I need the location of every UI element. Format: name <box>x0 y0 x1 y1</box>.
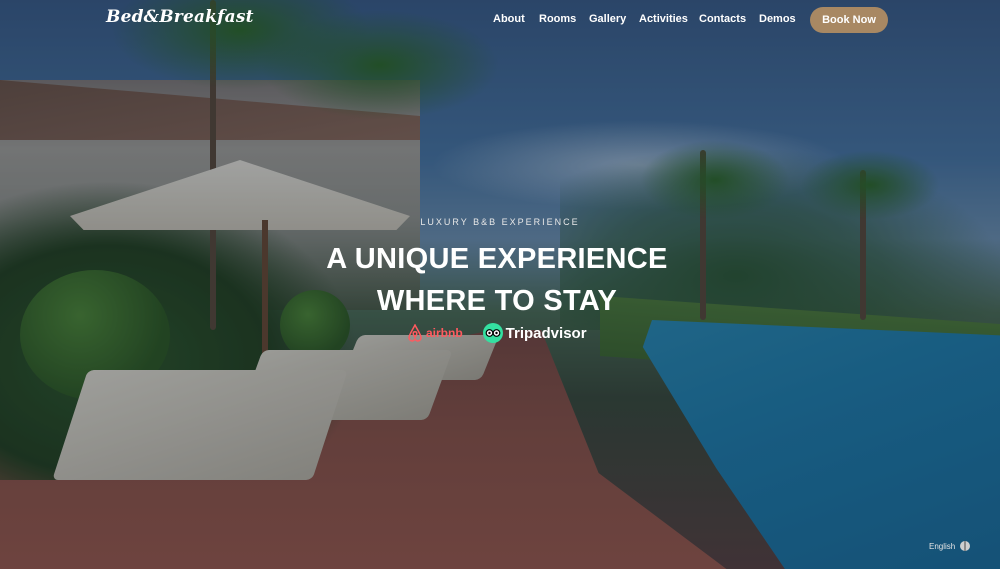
headline-line-1: A UNIQUE EXPERIENCE <box>326 243 668 275</box>
airbnb-logo-icon <box>408 324 422 342</box>
globe-icon <box>960 541 971 551</box>
book-now-button[interactable]: Book Now <box>810 7 888 33</box>
tripadvisor-logo-icon <box>482 323 503 343</box>
hero-section: Bed&Breakfast About Rooms Gallery Activi… <box>0 0 1000 569</box>
nav-link-activities[interactable]: Activities <box>639 13 699 25</box>
tripadvisor-badge[interactable]: Tripadvisor <box>482 323 587 343</box>
nav-link-about[interactable]: About <box>493 13 539 25</box>
site-header: Bed&Breakfast About Rooms Gallery Activi… <box>0 0 1000 42</box>
main-nav: About Rooms Gallery Activities Contacts … <box>493 13 809 25</box>
airbnb-badge[interactable]: airbnb <box>407 324 463 342</box>
nav-link-rooms[interactable]: Rooms <box>539 13 589 25</box>
language-label: English <box>929 541 956 551</box>
hero-kicker: LUXURY B&B EXPERIENCE <box>420 217 580 227</box>
airbnb-label: airbnb <box>426 326 463 340</box>
headline-line-2: WHERE TO STAY <box>376 285 618 317</box>
site-logo[interactable]: Bed&Breakfast <box>106 7 254 27</box>
review-badges: airbnb Tripadvisor <box>407 323 587 343</box>
hero-headline: A UNIQUE EXPERIENCE WHERE TO STAY <box>0 238 994 322</box>
language-switcher[interactable]: English <box>929 541 971 551</box>
tripadvisor-label: Tripadvisor <box>505 324 587 342</box>
nav-link-contacts[interactable]: Contacts <box>699 13 759 25</box>
nav-link-gallery[interactable]: Gallery <box>589 13 639 25</box>
nav-link-demos[interactable]: Demos <box>759 13 809 25</box>
